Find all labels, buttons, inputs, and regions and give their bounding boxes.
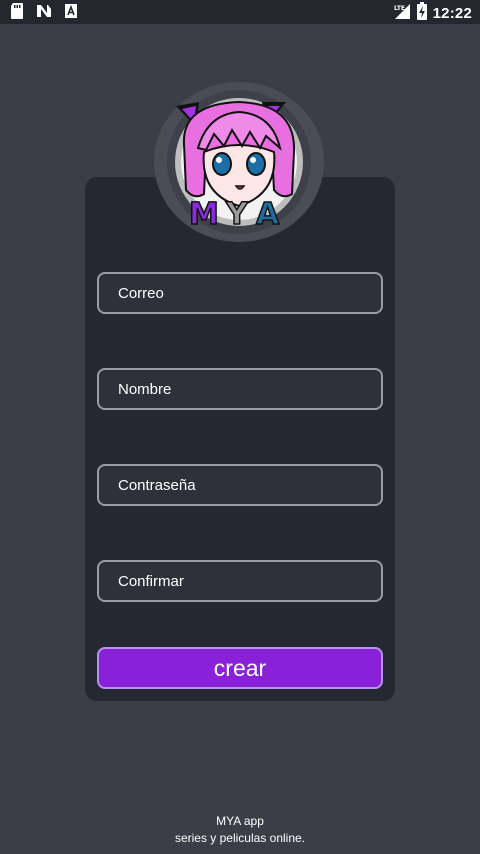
logo-text-y: Y — [225, 197, 249, 232]
logo-text-m: M — [189, 197, 219, 232]
anime-girl-avatar-icon: M Y A — [167, 90, 311, 234]
status-bar-notifications — [10, 3, 78, 24]
lte-label: LTE — [394, 5, 405, 12]
signup-screen: LTE 12:22 M Y A Correo Nombre crear MYA … — [0, 0, 480, 854]
password-field[interactable] — [97, 464, 383, 506]
footer-tagline: series y peliculas online. — [174, 831, 306, 845]
status-bar-time: 12:22 — [432, 5, 472, 22]
sd-card-icon — [10, 3, 24, 24]
status-bar-system: LTE 12:22 — [393, 2, 472, 25]
app-logo: M Y A — [154, 82, 324, 242]
battery-charging-icon — [416, 2, 427, 25]
status-bar: LTE 12:22 — [0, 0, 480, 24]
signup-card — [85, 177, 395, 701]
email-field[interactable] — [97, 272, 383, 314]
lte-signal-icon: LTE — [393, 2, 411, 25]
name-field[interactable] — [97, 368, 383, 410]
confirm-password-field[interactable] — [97, 560, 383, 602]
create-account-button[interactable]: crear — [97, 647, 383, 689]
a-notification-icon — [64, 3, 78, 24]
footer: MYA app series y peliculas online. — [0, 813, 480, 847]
n-notification-icon — [36, 3, 52, 24]
logo-text-a: A — [256, 197, 280, 232]
footer-app-name: MYA app — [216, 814, 264, 828]
